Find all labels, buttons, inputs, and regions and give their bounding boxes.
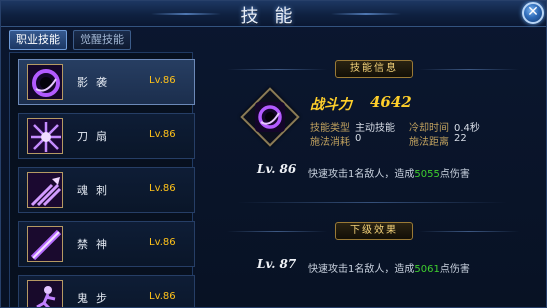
skill-level: Lv.86: [149, 291, 176, 302]
skill-name: 鬼步: [77, 292, 115, 305]
forbidden-god-icon: [27, 226, 63, 262]
blade-fan-icon: [27, 118, 63, 154]
effect-text-suffix: 点伤害: [439, 169, 470, 180]
next-effect-text: 快速攻击1名敌人，造成5061点伤害: [308, 260, 470, 275]
soul-stab-icon: [27, 172, 63, 208]
next-level-header: 下级效果: [335, 222, 413, 240]
current-damage-value: 5055: [414, 169, 440, 180]
skill-type-value: 主动技能: [355, 123, 395, 134]
effect-text-suffix: 点伤害: [439, 264, 470, 275]
ghost-step-icon: [27, 280, 63, 307]
cast-range-label: 施法距离: [409, 137, 449, 148]
tab-awakening-skills[interactable]: 觉醒技能: [73, 30, 131, 50]
skill-name: 魂刺: [77, 184, 115, 197]
shadow-strike-icon: [27, 64, 63, 100]
skill-tabs: 职业技能 觉醒技能: [9, 30, 131, 50]
section-divider: [237, 202, 507, 203]
tab-class-skills[interactable]: 职业技能: [9, 30, 67, 50]
skill-level: Lv.86: [149, 129, 176, 140]
skill-list[interactable]: 影袭 Lv.86 刀扇 Lv.86 魂刺 Lv.86 禁神 Lv.86 鬼步 L…: [9, 52, 195, 307]
skill-item-ghost-step[interactable]: 鬼步 Lv.86: [18, 275, 195, 307]
cast-cost-label: 施法消耗: [310, 137, 350, 148]
effect-text-prefix: 快速攻击1名敌人，造成: [308, 264, 415, 275]
skill-level: Lv.86: [149, 75, 176, 86]
next-damage-value: 5061: [414, 264, 440, 275]
window-title: 技能: [240, 6, 309, 27]
header-line: [227, 231, 327, 232]
current-effect-text: 快速攻击1名敌人，造成5055点伤害: [308, 165, 470, 180]
next-level-label: Lv. 87: [257, 257, 297, 271]
cooldown-value: 0.4秒: [454, 123, 480, 134]
header-line: [227, 69, 327, 70]
skill-name: 影袭: [77, 76, 115, 89]
combat-power-label: 战斗力: [310, 97, 352, 113]
skills-window: 技能 ✕ 职业技能 觉醒技能 影袭 Lv.86 刀扇 Lv.86 魂刺 Lv.8…: [0, 0, 547, 308]
skill-item-blade-fan[interactable]: 刀扇 Lv.86: [18, 113, 195, 159]
cooldown-label: 冷却时间: [409, 123, 449, 134]
skill-level: Lv.86: [149, 237, 176, 248]
skill-detail-panel: 技能信息 战斗力 4642 技能类型 主动技能 冷却时间 0.4秒 施法消耗 0…: [197, 52, 546, 307]
title-bar[interactable]: 技能 ✕: [1, 1, 546, 27]
header-line: [419, 231, 519, 232]
cast-range-value: 22: [454, 133, 467, 144]
skill-level: Lv.86: [149, 183, 176, 194]
skill-item-forbidden-god[interactable]: 禁神 Lv.86: [18, 221, 195, 267]
skill-type-label: 技能类型: [310, 123, 350, 134]
shadow-strike-icon: [255, 102, 285, 132]
skill-info-header: 技能信息: [335, 60, 413, 78]
skill-item-shadow-strike[interactable]: 影袭 Lv.86: [18, 59, 195, 105]
effect-text-prefix: 快速攻击1名敌人，造成: [308, 169, 415, 180]
cast-cost-value: 0: [355, 133, 362, 144]
skill-name: 禁神: [77, 238, 115, 251]
skill-item-soul-stab[interactable]: 魂刺 Lv.86: [18, 167, 195, 213]
current-level-label: Lv. 86: [257, 162, 297, 176]
header-line: [419, 69, 519, 70]
close-button[interactable]: ✕: [522, 2, 544, 24]
combat-power-value: 4642: [370, 93, 412, 111]
skill-name: 刀扇: [77, 130, 115, 143]
